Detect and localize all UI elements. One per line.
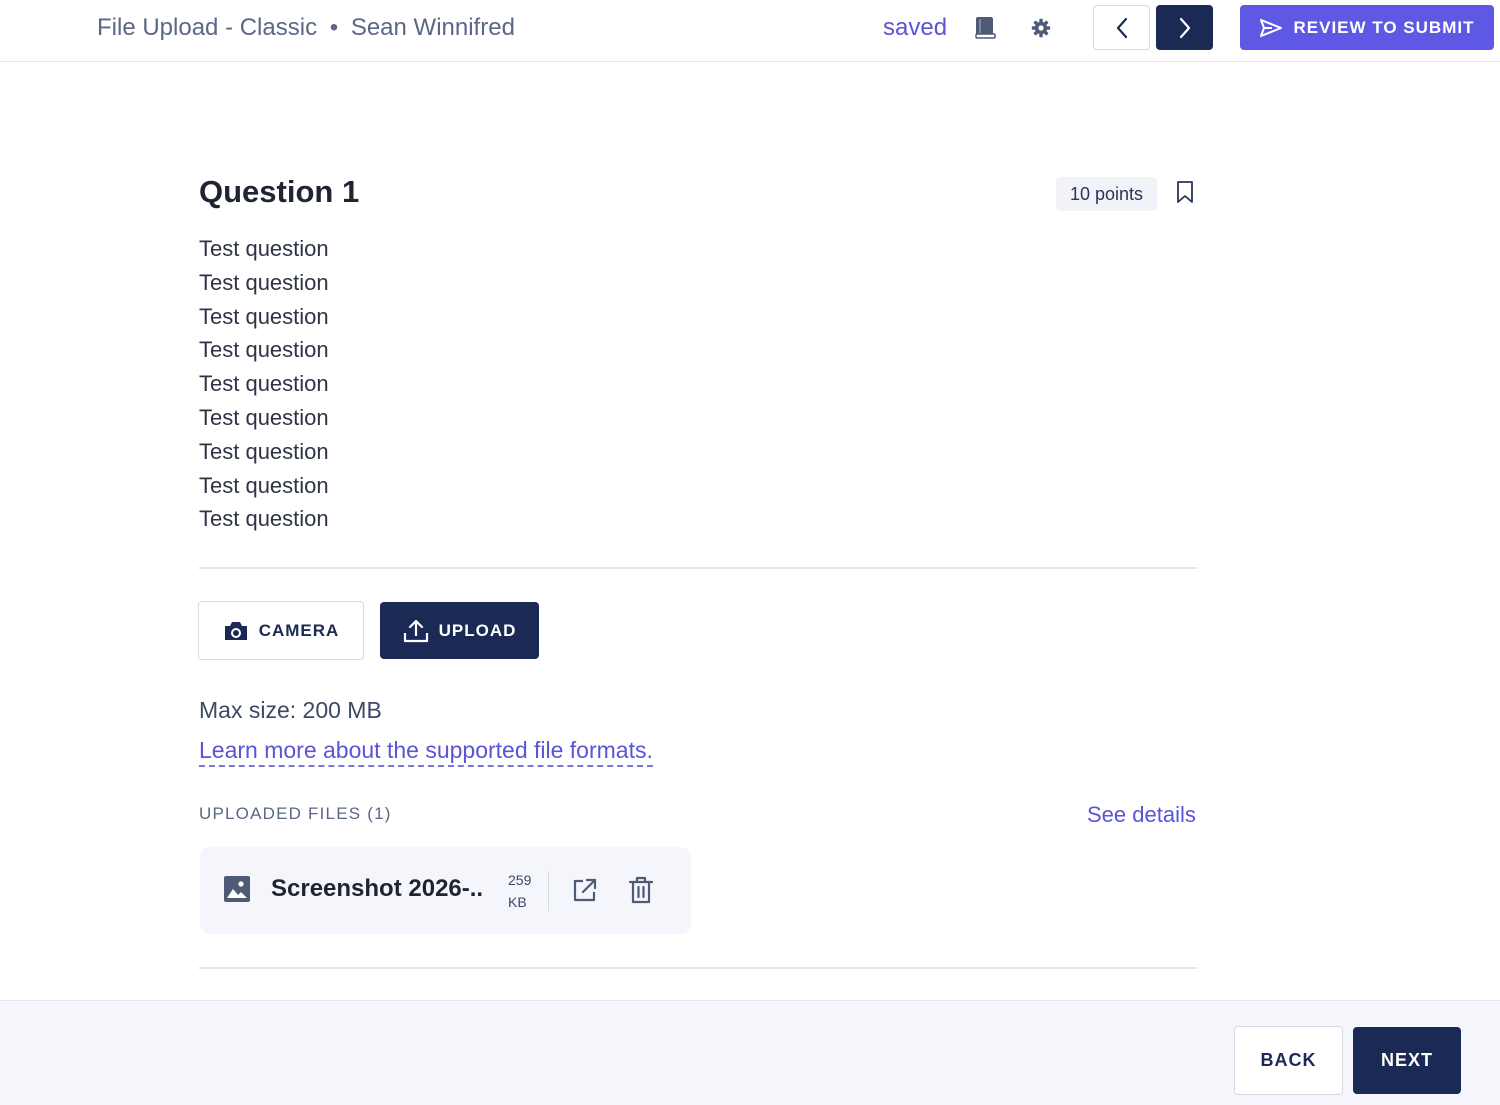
section-divider (199, 567, 1197, 569)
file-size-value: 259 (508, 872, 532, 888)
file-separator (548, 871, 549, 911)
breadcrumb-separator: • (329, 14, 339, 41)
open-external-icon[interactable] (572, 877, 598, 903)
question-text-line: Test question (199, 438, 329, 464)
question-text-line: Test question (199, 236, 329, 261)
previous-question-button[interactable] (1093, 5, 1150, 50)
upload-button[interactable]: UPLOAD (380, 602, 539, 659)
camera-icon (224, 621, 247, 640)
next-question-button[interactable] (1156, 5, 1213, 50)
points-badge: 10 points (1056, 177, 1157, 211)
question-text-line: Test question (199, 506, 329, 532)
uploaded-files-heading: UPLOADED FILES (1) (199, 804, 392, 823)
footer-bar: BACK NEXT (0, 1000, 1500, 1105)
file-size-unit: KB (508, 894, 527, 910)
section-divider (199, 967, 1197, 969)
chevron-left-icon (1116, 17, 1127, 38)
upload-icon (403, 619, 428, 642)
back-button[interactable]: BACK (1234, 1026, 1343, 1095)
top-bar: File Upload - Classic • Sean Winnifred s… (0, 0, 1500, 62)
question-text-line: Test question (199, 337, 329, 363)
review-to-submit-label: REVIEW TO SUBMIT (1293, 17, 1475, 37)
breadcrumb: File Upload - Classic • Sean Winnifred (97, 14, 515, 42)
review-to-submit-button[interactable]: REVIEW TO SUBMIT (1240, 5, 1494, 50)
file-size: 259 KB (508, 869, 531, 913)
chevron-right-icon (1179, 17, 1190, 38)
student-name: Sean Winnifred (350, 14, 515, 41)
assignment-title: File Upload - Classic (97, 14, 318, 41)
book-icon[interactable] (971, 14, 999, 42)
trash-icon[interactable] (628, 876, 654, 904)
question-text-line: Test question (199, 269, 329, 295)
question-text-line: Test question (199, 404, 329, 430)
max-size-text: Max size: 200 MB (199, 697, 382, 723)
question-body: Test question Test question Test questio… (199, 232, 329, 536)
send-icon (1259, 18, 1282, 37)
bookmark-icon[interactable] (1174, 180, 1196, 206)
supported-formats-link[interactable]: Learn more about the supported file form… (199, 737, 653, 767)
question-title: Question 1 (199, 174, 360, 209)
image-file-icon (224, 876, 250, 902)
camera-button[interactable]: CAMERA (198, 601, 364, 660)
next-button[interactable]: NEXT (1353, 1027, 1461, 1094)
question-text-line: Test question (199, 371, 329, 397)
uploaded-file-item: Screenshot 2026-.. 259 KB (200, 847, 691, 934)
file-name[interactable]: Screenshot 2026-.. (271, 875, 483, 903)
upload-label: UPLOAD (438, 620, 517, 640)
question-text-line: Test question (199, 303, 329, 329)
see-details-link[interactable]: See details (1087, 802, 1196, 828)
save-status: saved (883, 14, 948, 41)
camera-label: CAMERA (258, 620, 340, 640)
gear-icon[interactable] (1027, 14, 1055, 42)
question-text-line: Test question (199, 472, 329, 498)
